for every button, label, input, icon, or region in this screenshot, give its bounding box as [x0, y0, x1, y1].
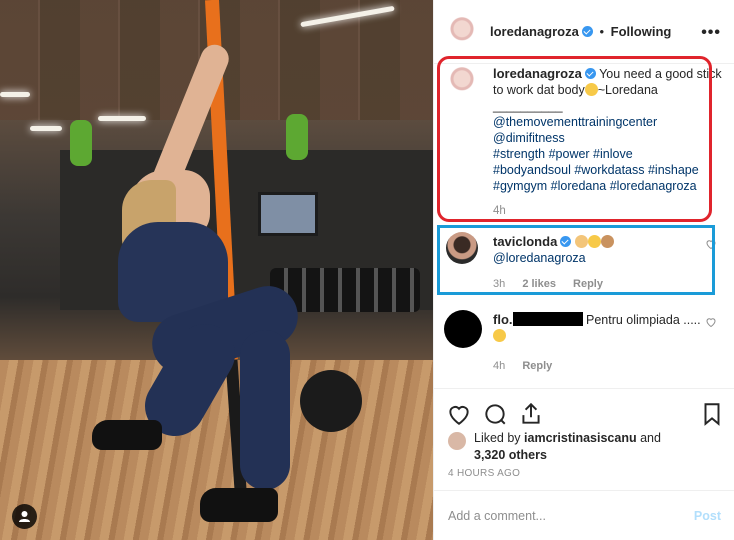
user-tag-icon[interactable]	[12, 504, 37, 529]
author-avatar[interactable]	[446, 16, 478, 48]
more-options-icon[interactable]: •••	[701, 24, 721, 42]
add-comment-bar: Add a comment... Post	[434, 490, 734, 540]
likes-text: Liked by iamcristinasiscanu and 3,320 ot…	[474, 430, 661, 464]
liker-avatar[interactable]	[448, 432, 466, 450]
photo-tv-screen	[258, 192, 318, 236]
heart-icon[interactable]	[446, 401, 472, 427]
separator-dot: •	[599, 24, 605, 39]
comment-icon[interactable]	[482, 401, 508, 427]
likes-count[interactable]: 3,320 others	[474, 448, 547, 462]
action-bar	[434, 388, 734, 436]
photo-light	[0, 92, 30, 97]
reply-button[interactable]: Reply	[522, 360, 552, 372]
post-comment-button[interactable]: Post	[694, 509, 721, 523]
comment-body: Pentru olimpiada .....	[585, 313, 701, 327]
photo-green-bag	[70, 120, 92, 166]
photo-medicine-ball	[300, 370, 362, 432]
author-username[interactable]: loredanagroza	[490, 24, 579, 39]
annotation-box-caption	[437, 56, 712, 222]
comment-heart-icon[interactable]	[705, 316, 717, 328]
likes-prefix: Liked by	[474, 431, 521, 445]
author-row: loredanagroza • Following	[490, 24, 671, 39]
photo-shoe	[200, 488, 278, 522]
comment-age: 4h	[493, 360, 506, 372]
photo-leg	[240, 330, 290, 490]
commenter-username[interactable]: flo.	[493, 312, 513, 327]
comment-meta: 4h Reply	[493, 360, 566, 372]
smile-emoji-icon	[493, 329, 506, 342]
share-icon[interactable]	[518, 401, 544, 427]
post-photo[interactable]	[0, 0, 433, 540]
commenter-avatar[interactable]	[444, 310, 482, 348]
photo-green-bag	[286, 114, 308, 160]
post-header: loredanagroza • Following •••	[434, 0, 734, 64]
photo-shoe	[92, 420, 162, 450]
photo-light	[30, 126, 62, 131]
post-timestamp[interactable]: 4 HOURS AGO	[448, 468, 520, 479]
photo-light	[98, 116, 146, 121]
redacted-bar	[512, 312, 583, 326]
comment-item: flo. Pentru olimpiada ..... 4h Reply	[444, 310, 721, 380]
verified-badge-icon	[581, 26, 593, 37]
annotation-box-comment	[437, 225, 715, 295]
liker-username[interactable]: iamcristinasiscanu	[524, 431, 637, 445]
following-button[interactable]: Following	[611, 24, 672, 39]
bookmark-icon[interactable]	[699, 401, 725, 427]
comment-text: flo. Pentru olimpiada .....	[493, 312, 703, 344]
likes-and: and	[640, 431, 661, 445]
add-comment-input[interactable]: Add a comment...	[448, 509, 546, 523]
